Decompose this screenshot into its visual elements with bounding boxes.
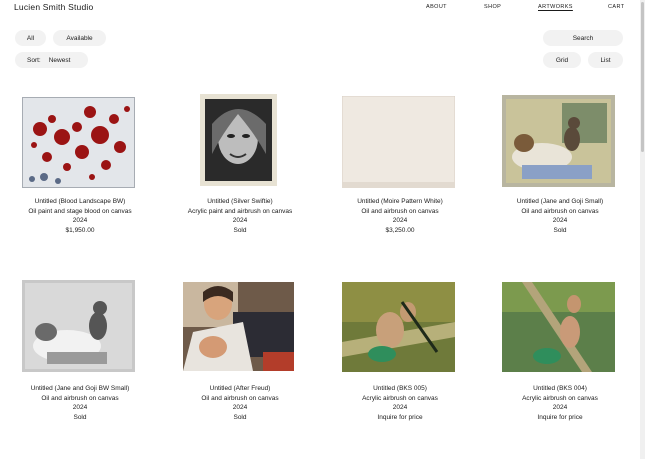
- artwork-title[interactable]: Untitled (Blood Landscape BW): [0, 197, 160, 207]
- artwork-title[interactable]: Untitled (Silver Swiftie): [160, 197, 320, 207]
- artwork-price: Sold: [553, 226, 567, 234]
- artwork-year: 2024: [552, 217, 568, 225]
- artwork-year: 2024: [232, 217, 248, 225]
- site-header: Lucien Smith Studio ABOUT SHOP ARTWORKS …: [0, 0, 645, 14]
- artwork-price: Sold: [233, 413, 247, 421]
- nav-cart[interactable]: CART: [608, 4, 624, 10]
- artwork-title[interactable]: Untitled (BKS 004): [480, 384, 640, 394]
- artwork-title[interactable]: Untitled (Moire Pattern White): [320, 197, 480, 207]
- artwork-card[interactable]: Untitled (BKS 004) Acrylic airbrush on c…: [480, 277, 640, 459]
- artwork-card[interactable]: Untitled (Jane and Goji BW Small) Oil an…: [0, 277, 160, 459]
- artwork-image[interactable]: [22, 280, 135, 372]
- artwork-year: 2024: [392, 217, 408, 225]
- artwork-year: 2024: [232, 404, 248, 412]
- artwork-medium: Oil paint and stage blood on canvas: [28, 207, 132, 215]
- artwork-price: Inquire for price: [537, 413, 583, 421]
- artwork-card[interactable]: Untitled (After Freud) Oil and airbrush …: [160, 277, 320, 459]
- artwork-price: Sold: [73, 413, 87, 421]
- artwork-card[interactable]: Untitled (Moire Pattern White) Oil and a…: [320, 90, 480, 280]
- artwork-image[interactable]: [22, 97, 135, 188]
- sort-value: Newest: [48, 56, 71, 64]
- artwork-image[interactable]: [502, 95, 615, 187]
- site-logo[interactable]: Lucien Smith Studio: [14, 2, 93, 12]
- artwork-price: $3,250.00: [385, 226, 415, 234]
- artwork-year: 2024: [552, 404, 568, 412]
- sort-label: Sort:: [27, 56, 41, 64]
- nav-artworks[interactable]: ARTWORKS: [538, 4, 573, 10]
- list-view-button[interactable]: List: [588, 52, 623, 68]
- artwork-image[interactable]: [183, 282, 294, 371]
- artwork-title[interactable]: Untitled (Jane and Goji BW Small): [0, 384, 160, 394]
- artwork-card[interactable]: Untitled (BKS 005) Acrylic airbrush on c…: [320, 277, 480, 459]
- search-button[interactable]: Search: [543, 30, 623, 46]
- artwork-medium: Acrylic paint and airbrush on canvas: [187, 207, 293, 215]
- artwork-image[interactable]: [200, 94, 277, 186]
- artwork-image[interactable]: [342, 96, 455, 188]
- artwork-year: 2024: [392, 404, 408, 412]
- artwork-year: 2024: [72, 404, 88, 412]
- artwork-price: Sold: [233, 226, 247, 234]
- nav-about[interactable]: ABOUT: [426, 4, 447, 10]
- artwork-title[interactable]: Untitled (Jane and Goji Small): [480, 197, 640, 207]
- artwork-price: Inquire for price: [377, 413, 423, 421]
- artwork-title[interactable]: Untitled (After Freud): [160, 384, 320, 394]
- nav-shop[interactable]: SHOP: [484, 4, 501, 10]
- artwork-image[interactable]: [502, 282, 615, 372]
- sort-dropdown[interactable]: Sort: Newest: [15, 52, 88, 68]
- grid-view-button[interactable]: Grid: [543, 52, 581, 68]
- artwork-card[interactable]: Untitled (Jane and Goji Small) Oil and a…: [480, 90, 640, 280]
- page-scrollbar[interactable]: [640, 0, 645, 459]
- scrollbar-thumb[interactable]: [641, 2, 644, 152]
- artwork-medium: Acrylic airbrush on canvas: [522, 394, 598, 402]
- artwork-year: 2024: [72, 217, 88, 225]
- artwork-medium: Acrylic airbrush on canvas: [362, 394, 438, 402]
- artwork-medium: Oil and airbrush on canvas: [41, 394, 119, 402]
- artwork-price: $1,950.00: [65, 226, 95, 234]
- artwork-title[interactable]: Untitled (BKS 005): [320, 384, 480, 394]
- filter-all-button[interactable]: All: [15, 30, 46, 46]
- artwork-card[interactable]: Untitled (Silver Swiftie) Acrylic paint …: [160, 90, 320, 280]
- artwork-medium: Oil and airbrush on canvas: [361, 207, 439, 215]
- artwork-image[interactable]: [342, 282, 455, 372]
- filter-available-button[interactable]: Available: [53, 30, 106, 46]
- artwork-card[interactable]: Untitled (Blood Landscape BW) Oil paint …: [0, 90, 160, 280]
- artwork-medium: Oil and airbrush on canvas: [521, 207, 599, 215]
- artwork-grid: Untitled (Blood Landscape BW) Oil paint …: [0, 90, 640, 459]
- artwork-medium: Oil and airbrush on canvas: [201, 394, 279, 402]
